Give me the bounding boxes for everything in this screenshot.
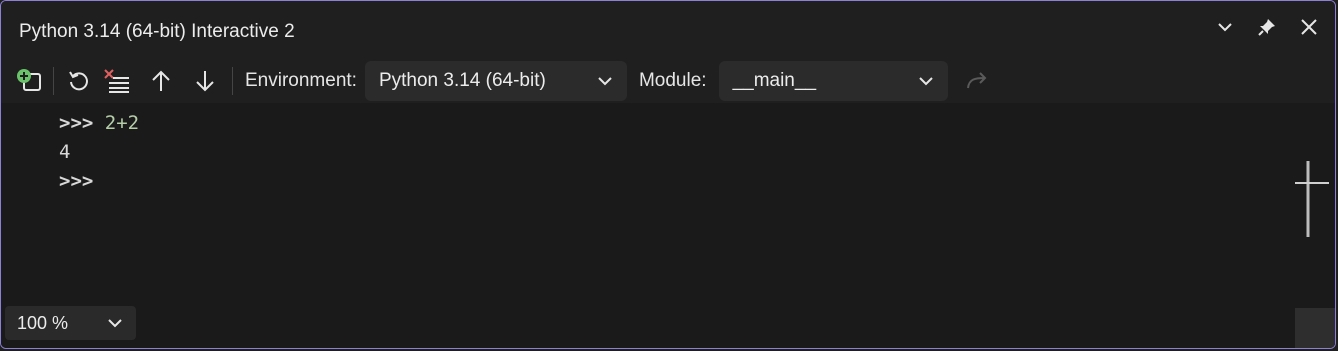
scrollbar-corner	[1295, 308, 1335, 348]
arrow-down-icon	[196, 71, 214, 92]
reset-icon	[69, 71, 88, 91]
chevron-down-icon	[108, 318, 122, 327]
chevron-down-icon[interactable]	[1213, 15, 1237, 39]
clear-screen-button[interactable]	[100, 64, 134, 98]
module-label: Module:	[638, 70, 707, 91]
clear-icon	[104, 69, 129, 93]
title-bar: Python 3.14 (64-bit) Interactive 2	[1, 1, 1335, 59]
reset-button[interactable]	[62, 64, 96, 98]
environment-label: Environment:	[245, 70, 357, 91]
module-value: __main__	[732, 70, 817, 91]
chevron-down-icon	[598, 77, 612, 86]
module-dropdown[interactable]: __main__	[718, 61, 948, 101]
history-up-button[interactable]	[144, 64, 178, 98]
close-icon[interactable]	[1297, 15, 1321, 39]
vertical-scrollbar[interactable]	[1289, 103, 1335, 308]
repl-prompt: >>>	[59, 112, 94, 134]
add-to-interactive-button[interactable]	[13, 64, 47, 98]
chevron-down-icon	[918, 77, 933, 86]
redo-arrow-icon	[966, 72, 986, 89]
history-down-button[interactable]	[188, 64, 222, 98]
repl-line: >>>	[59, 167, 139, 196]
add-icon	[17, 69, 41, 91]
send-to-repl-button[interactable]	[960, 64, 994, 98]
zoom-value: 100 %	[17, 312, 69, 333]
zoom-dropdown[interactable]: 100 %	[5, 306, 136, 340]
toolbar-separator	[53, 67, 54, 95]
repl-output-value: 4	[59, 141, 71, 163]
toolbar-separator	[232, 67, 233, 95]
toolbar: Environment: Python 3.14 (64-bit) Module…	[1, 59, 1335, 103]
repl-line: >>> 2+2	[59, 109, 139, 138]
window-title: Python 3.14 (64-bit) Interactive 2	[19, 21, 295, 42]
repl-console[interactable]: >>> 2+2 4 >>> 100 %	[1, 103, 1335, 348]
repl-output: >>> 2+2 4 >>>	[59, 109, 139, 196]
repl-line: 4	[59, 138, 139, 167]
arrow-up-icon	[152, 70, 170, 91]
environment-value: Python 3.14 (64-bit)	[378, 70, 546, 91]
repl-prompt: >>>	[59, 170, 94, 192]
repl-input-code: 2+2	[104, 112, 140, 134]
pin-icon[interactable]	[1255, 15, 1279, 39]
title-actions	[1213, 15, 1321, 39]
environment-dropdown[interactable]: Python 3.14 (64-bit)	[364, 61, 627, 101]
interactive-window: Python 3.14 (64-bit) Interactive 2 Envir…	[0, 0, 1336, 349]
